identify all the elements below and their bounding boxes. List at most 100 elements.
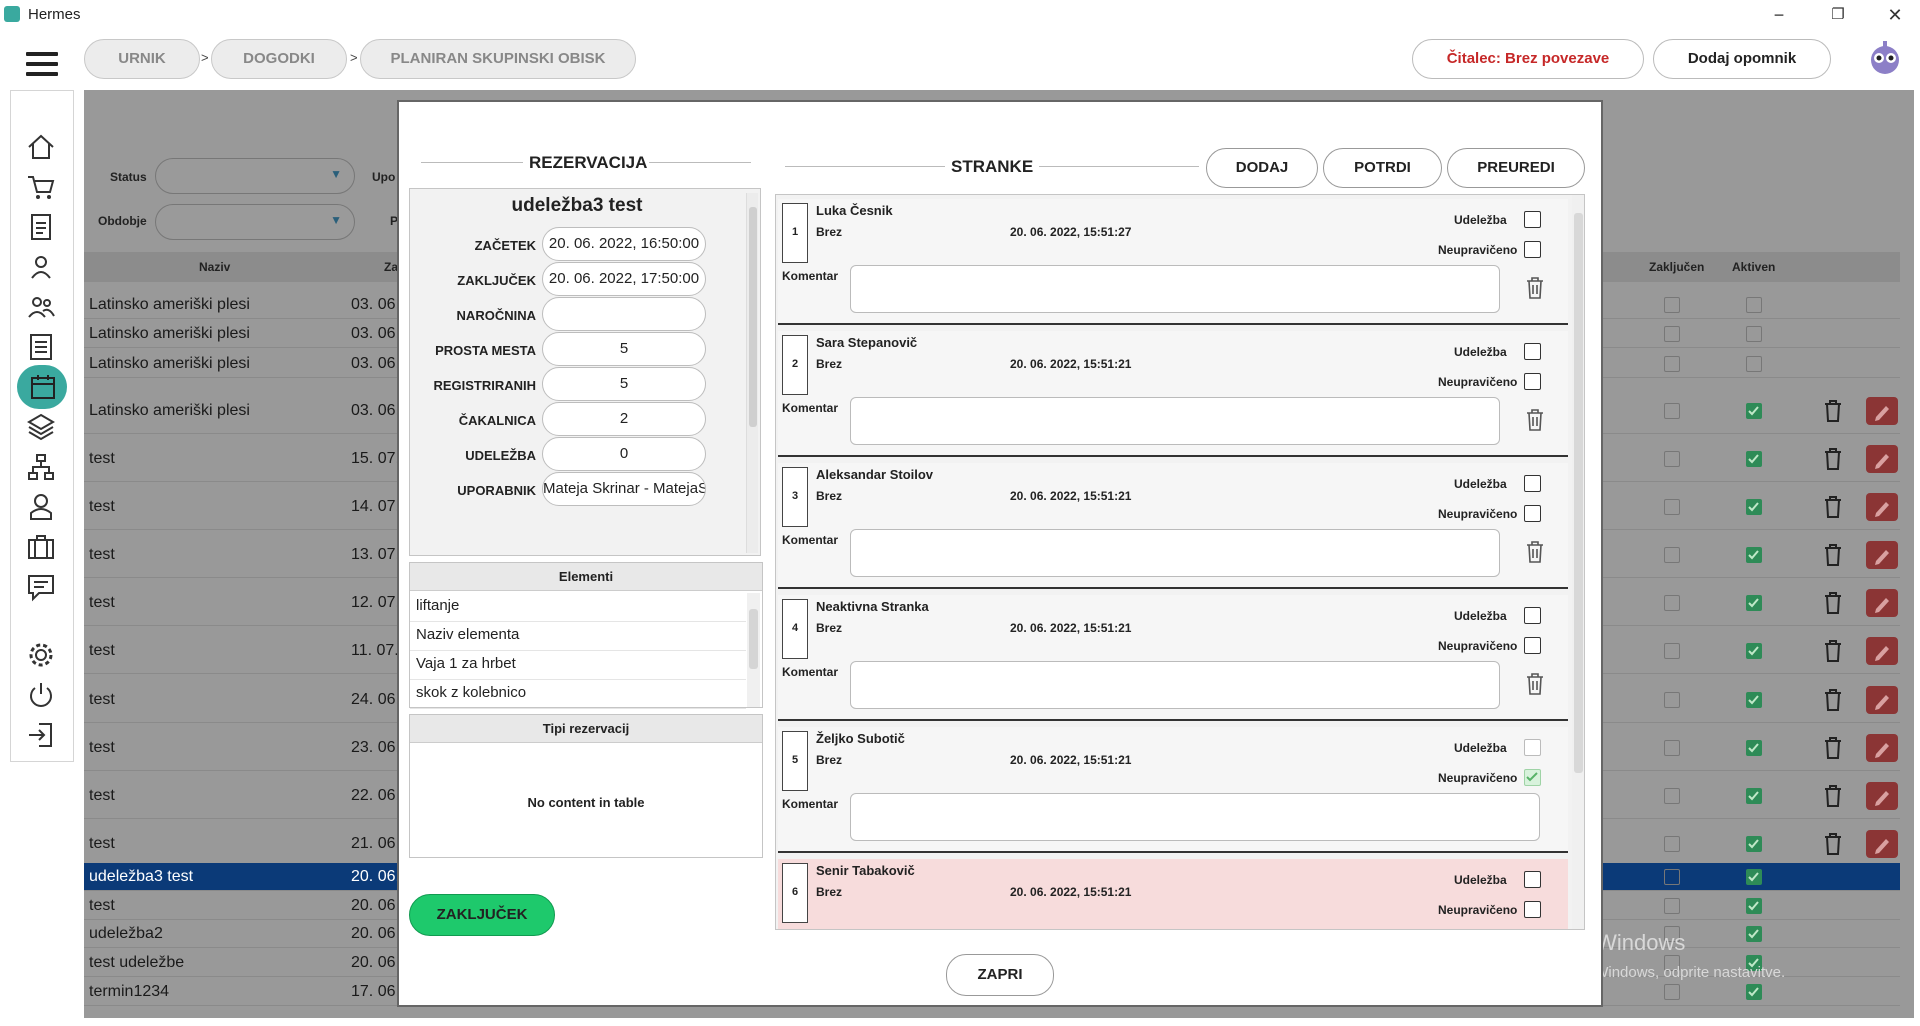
maximize-button[interactable]: ❐	[1815, 0, 1861, 30]
aktiven-checkbox[interactable]	[1746, 595, 1762, 611]
zakljucen-checkbox[interactable]	[1664, 898, 1680, 914]
users-icon[interactable]	[25, 291, 57, 323]
zakljucen-checkbox[interactable]	[1664, 788, 1680, 804]
potrdi-button[interactable]: POTRDI	[1323, 148, 1442, 188]
calendar-icon[interactable]	[27, 371, 59, 403]
trash-icon[interactable]	[1824, 640, 1842, 662]
field-input[interactable]: 5	[542, 367, 706, 401]
zakljucen-checkbox[interactable]	[1664, 297, 1680, 313]
aktiven-checkbox[interactable]	[1746, 692, 1762, 708]
field-input[interactable]: 0	[542, 437, 706, 471]
aktiven-checkbox[interactable]	[1746, 499, 1762, 515]
edit-button[interactable]	[1866, 541, 1898, 569]
edit-button[interactable]	[1866, 637, 1898, 665]
zakljucen-checkbox[interactable]	[1664, 499, 1680, 515]
trash-icon[interactable]	[1824, 833, 1842, 855]
layers-icon[interactable]	[25, 411, 57, 443]
udelezba-checkbox[interactable]	[1524, 211, 1541, 228]
close-button[interactable]: ✕	[1872, 0, 1918, 30]
chat-icon[interactable]	[25, 571, 57, 603]
komentar-input[interactable]	[850, 265, 1500, 313]
minimize-button[interactable]: −	[1756, 0, 1802, 30]
aktiven-checkbox[interactable]	[1746, 547, 1762, 563]
logout-icon[interactable]	[25, 719, 57, 751]
trash-icon[interactable]	[1824, 544, 1842, 566]
obdobje-select[interactable]: ▼	[155, 204, 355, 240]
zakljucen-checkbox[interactable]	[1664, 692, 1680, 708]
breadcrumb-urnik[interactable]: URNIK	[84, 39, 200, 79]
komentar-input[interactable]	[850, 529, 1500, 577]
trash-icon[interactable]	[1526, 277, 1544, 299]
udelezba-checkbox[interactable]	[1524, 475, 1541, 492]
trash-icon[interactable]	[1824, 448, 1842, 470]
neupraviceno-checkbox[interactable]	[1524, 769, 1541, 786]
trash-icon[interactable]	[1526, 541, 1544, 563]
elementi-item[interactable]: Naziv elementa	[410, 622, 746, 651]
komentar-input[interactable]	[850, 661, 1500, 709]
sitemap-icon[interactable]	[25, 451, 57, 483]
trash-icon[interactable]	[1824, 689, 1842, 711]
aktiven-checkbox[interactable]	[1746, 898, 1762, 914]
trash-icon[interactable]	[1824, 400, 1842, 422]
aktiven-checkbox[interactable]	[1746, 926, 1762, 942]
zakljucen-checkbox[interactable]	[1664, 547, 1680, 563]
robot-avatar-icon[interactable]	[1866, 38, 1904, 80]
komentar-input[interactable]	[850, 793, 1540, 841]
zakljucen-checkbox[interactable]	[1664, 984, 1680, 1000]
aktiven-checkbox[interactable]	[1746, 788, 1762, 804]
zakljucek-button[interactable]: ZAKLJUČEK	[409, 894, 555, 936]
trash-icon[interactable]	[1526, 409, 1544, 431]
briefcase-icon[interactable]	[25, 531, 57, 563]
aktiven-checkbox[interactable]	[1746, 740, 1762, 756]
breadcrumb-planiran[interactable]: PLANIRAN SKUPINSKI OBISK	[360, 39, 636, 79]
field-input[interactable]: 20. 06. 2022, 17:50:00	[542, 262, 706, 296]
zakljucen-checkbox[interactable]	[1664, 403, 1680, 419]
aktiven-checkbox[interactable]	[1746, 836, 1762, 852]
edit-button[interactable]	[1866, 445, 1898, 473]
elementi-scrollbar[interactable]	[747, 593, 760, 707]
home-icon[interactable]	[25, 131, 57, 163]
edit-button[interactable]	[1866, 397, 1898, 425]
breadcrumb-dogodki[interactable]: DOGODKI	[211, 39, 347, 79]
field-input[interactable]: 20. 06. 2022, 16:50:00	[542, 227, 706, 261]
edit-button[interactable]	[1866, 589, 1898, 617]
trash-icon[interactable]	[1526, 673, 1544, 695]
aktiven-checkbox[interactable]	[1746, 451, 1762, 467]
document-icon[interactable]	[25, 211, 57, 243]
trash-icon[interactable]	[1824, 592, 1842, 614]
neupraviceno-checkbox[interactable]	[1524, 373, 1541, 390]
udelezba-checkbox[interactable]	[1524, 739, 1541, 756]
trash-icon[interactable]	[1824, 496, 1842, 518]
field-input[interactable]	[542, 297, 706, 331]
trash-icon[interactable]	[1824, 737, 1842, 759]
neupraviceno-checkbox[interactable]	[1524, 637, 1541, 654]
edit-button[interactable]	[1866, 782, 1898, 810]
udelezba-checkbox[interactable]	[1524, 343, 1541, 360]
dodaj-button[interactable]: DODAJ	[1206, 148, 1318, 188]
aktiven-checkbox[interactable]	[1746, 356, 1762, 372]
neupraviceno-checkbox[interactable]	[1524, 241, 1541, 258]
aktiven-checkbox[interactable]	[1746, 869, 1762, 885]
edit-button[interactable]	[1866, 734, 1898, 762]
user-icon[interactable]	[25, 251, 57, 283]
zakljucen-checkbox[interactable]	[1664, 740, 1680, 756]
reader-status-button[interactable]: Čitalec: Brez povezave	[1412, 39, 1644, 79]
edit-button[interactable]	[1866, 830, 1898, 858]
stranke-scrollbar[interactable]	[1572, 195, 1584, 929]
aktiven-checkbox[interactable]	[1746, 403, 1762, 419]
edit-button[interactable]	[1866, 686, 1898, 714]
zakljucen-checkbox[interactable]	[1664, 326, 1680, 342]
aktiven-checkbox[interactable]	[1746, 326, 1762, 342]
zakljucen-checkbox[interactable]	[1664, 451, 1680, 467]
zakljucen-checkbox[interactable]	[1664, 643, 1680, 659]
neupraviceno-checkbox[interactable]	[1524, 505, 1541, 522]
aktiven-checkbox[interactable]	[1746, 643, 1762, 659]
add-reminder-button[interactable]: Dodaj opomnik	[1653, 39, 1831, 79]
details-scrollbar[interactable]	[746, 193, 758, 553]
zakljucen-checkbox[interactable]	[1664, 356, 1680, 372]
elementi-item[interactable]: liftanje	[410, 593, 746, 622]
status-select[interactable]: ▼	[155, 158, 355, 194]
trash-icon[interactable]	[1824, 785, 1842, 807]
zakljucen-checkbox[interactable]	[1664, 595, 1680, 611]
preuredi-button[interactable]: PREUREDI	[1447, 148, 1585, 188]
